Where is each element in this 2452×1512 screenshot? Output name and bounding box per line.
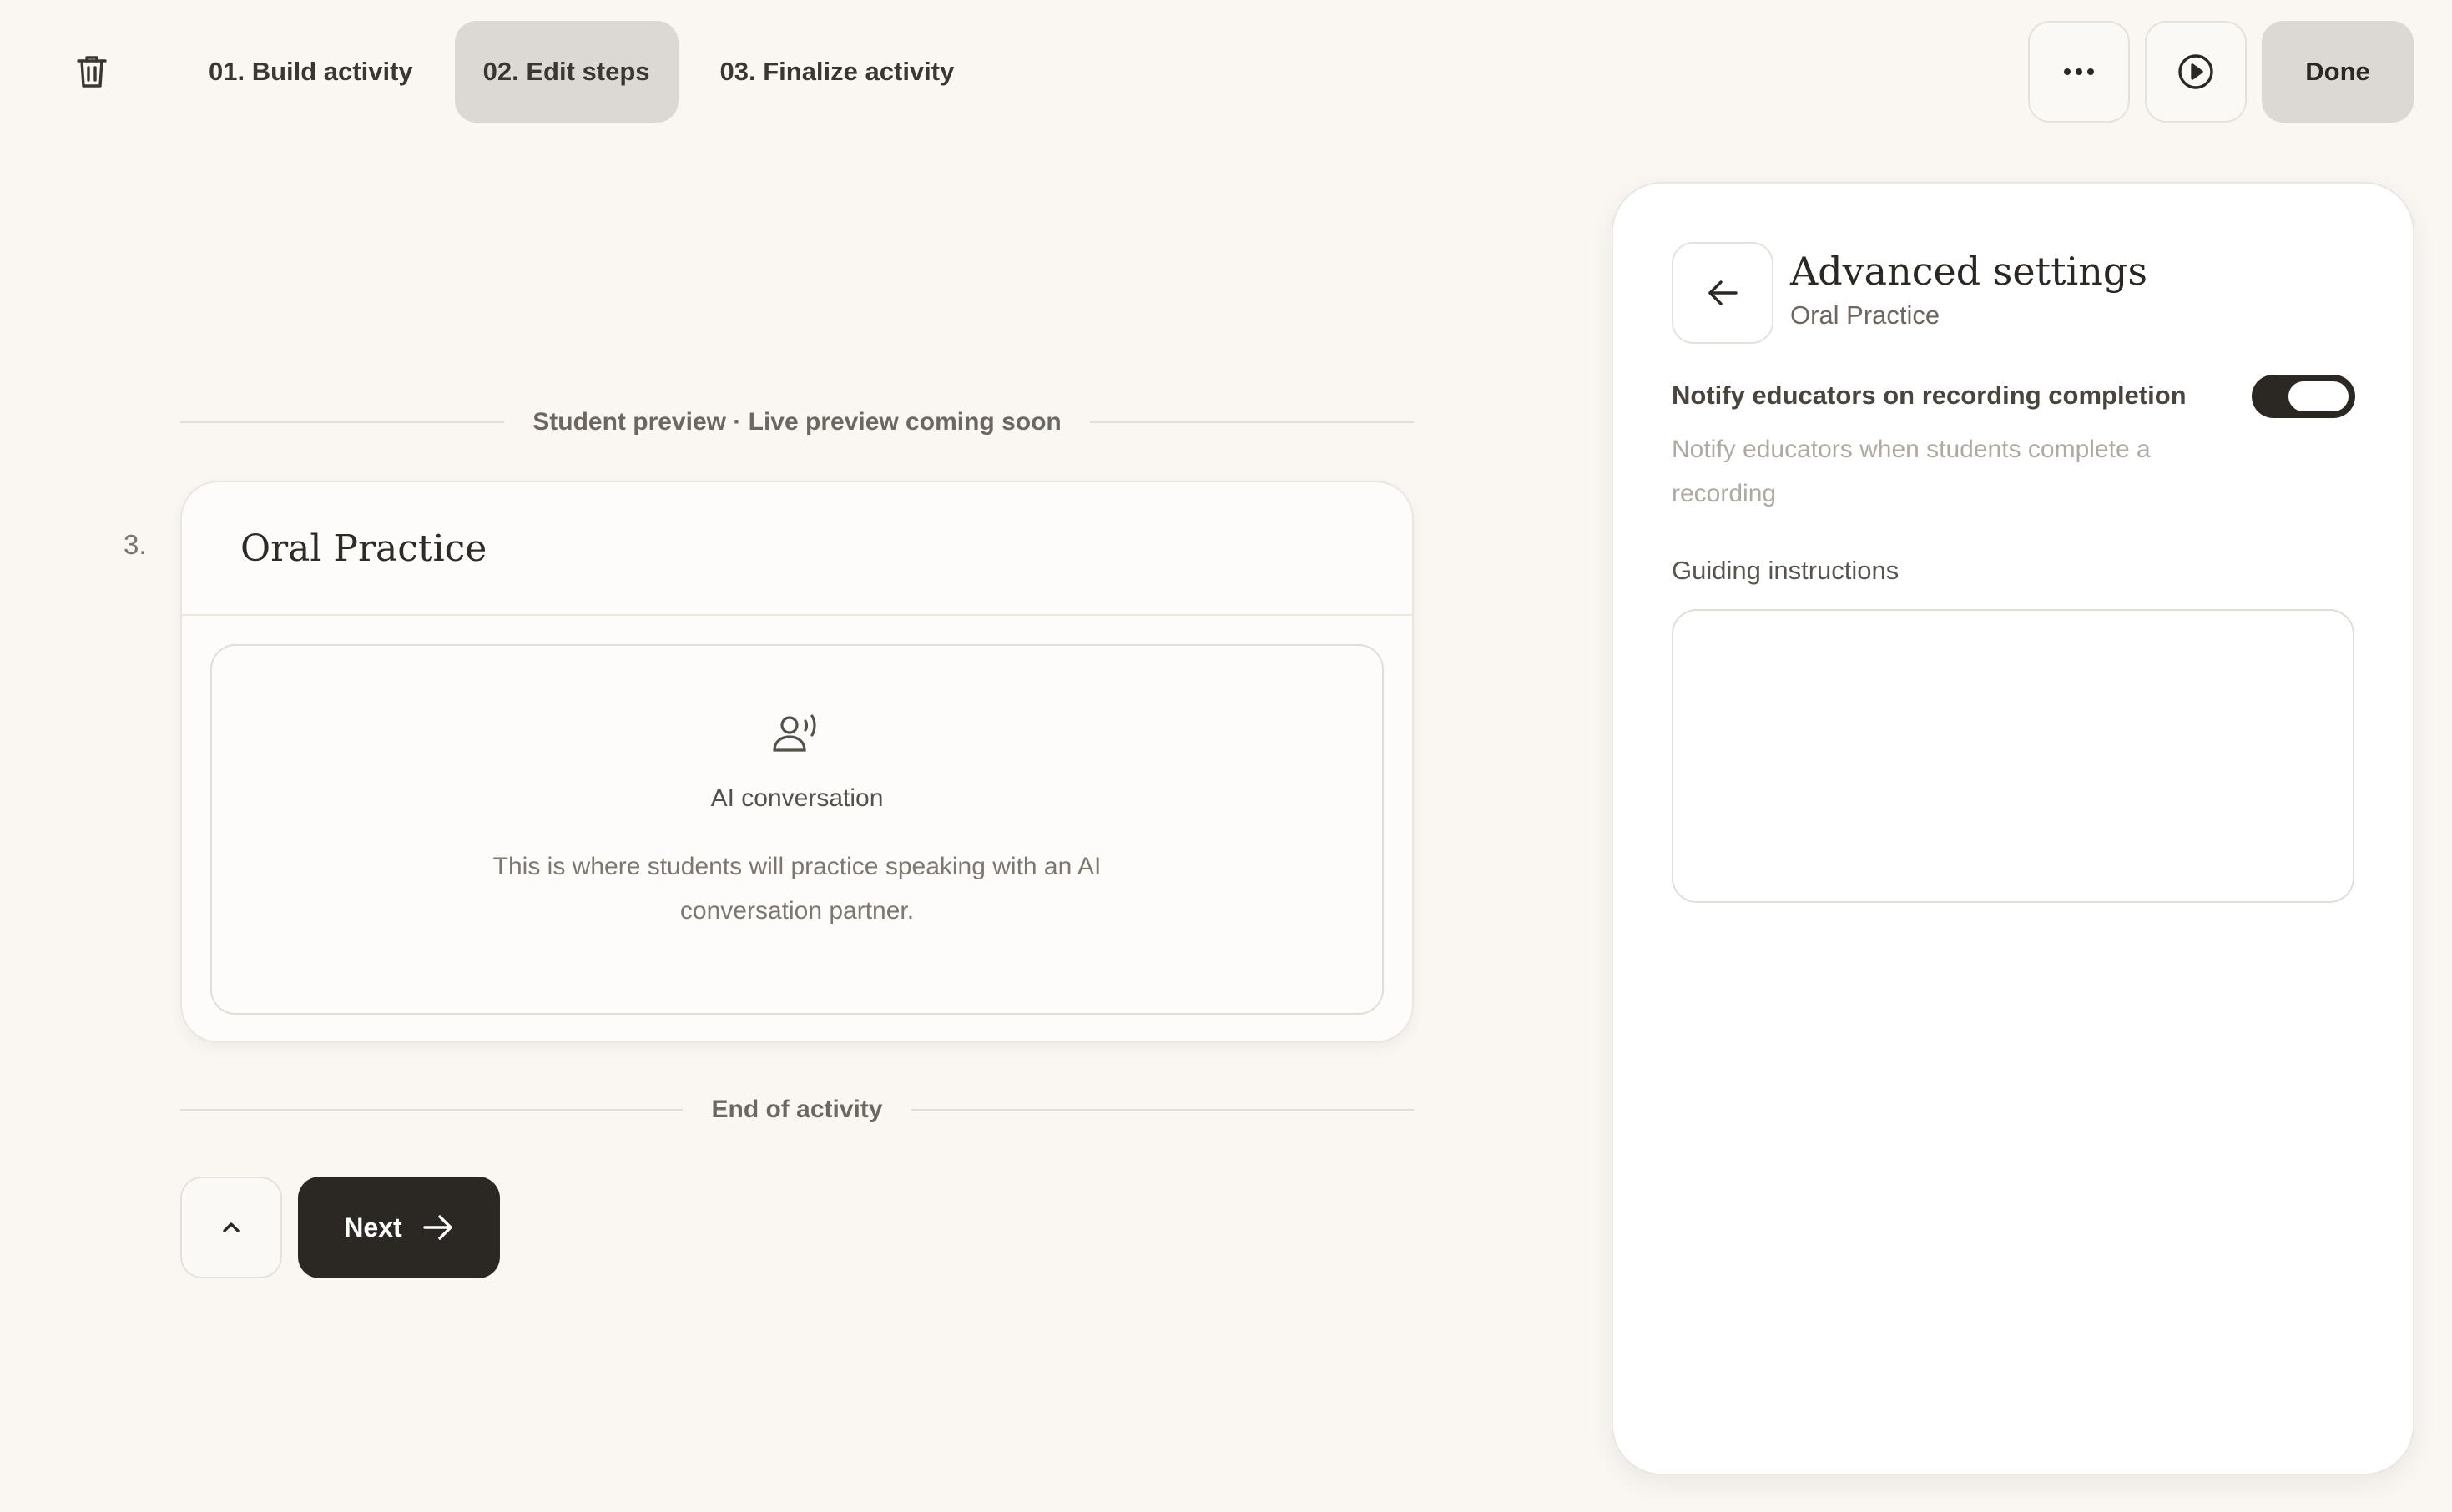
panel-title: Advanced settings: [1790, 249, 2147, 294]
preview-divider: Student preview · Live preview coming so…: [180, 406, 1414, 439]
more-options-button[interactable]: [2028, 21, 2130, 123]
next-button[interactable]: Next: [298, 1177, 500, 1278]
divider-line: [1089, 421, 1414, 423]
guiding-instructions-input[interactable]: [1672, 609, 2354, 903]
notify-educators-description: Notify educators when students complete …: [1672, 436, 2151, 507]
delete-activity-button[interactable]: [67, 47, 117, 97]
play-circle-icon: [2178, 54, 2213, 89]
more-horizontal-icon: [2064, 68, 2094, 75]
next-button-label: Next: [344, 1212, 402, 1242]
arrow-left-icon: [1708, 280, 1738, 305]
notify-educators-toggle[interactable]: [2252, 375, 2355, 418]
preview-button[interactable]: [2145, 21, 2247, 123]
person-speaking-icon: [773, 714, 816, 752]
preview-label: Student preview · Live preview coming so…: [532, 408, 1062, 436]
step-card-title: Oral Practice: [240, 527, 487, 570]
divider-line: [911, 1109, 1415, 1111]
trash-icon: [77, 56, 107, 88]
back-button[interactable]: [1672, 242, 1773, 344]
guiding-instructions-label: Guiding instructions: [1672, 556, 1900, 585]
end-divider: End of activity: [180, 1093, 1415, 1126]
divider-line: [180, 421, 505, 423]
ai-conversation-label: AI conversation: [710, 784, 884, 812]
ai-conversation-description: This is where students will practice spe…: [492, 853, 1102, 925]
tab-edit-steps[interactable]: 02. Edit steps: [454, 21, 679, 123]
notify-educators-label: Notify educators on recording completion: [1672, 381, 2187, 410]
step-tabs: 01. Build activity 02. Edit steps 03. Fi…: [180, 21, 982, 123]
advanced-settings-panel: Advanced settings Oral Practice Notify e…: [1612, 182, 2414, 1475]
arrow-right-icon: [422, 1215, 452, 1240]
activity-editor: 01. Build activity 02. Edit steps 03. Fi…: [0, 0, 2452, 1512]
step-card-header: Oral Practice: [182, 482, 1412, 616]
divider-line: [180, 1109, 684, 1111]
top-actions: Done: [2028, 21, 2414, 123]
chevron-up-icon: [223, 1222, 240, 1232]
end-of-activity-label: End of activity: [711, 1096, 883, 1123]
done-button[interactable]: Done: [2262, 21, 2414, 123]
previous-step-button[interactable]: [180, 1177, 282, 1278]
tab-build-activity[interactable]: 01. Build activity: [180, 21, 441, 123]
ai-conversation-placeholder: AI conversation This is where students w…: [210, 644, 1384, 1015]
panel-subtitle: Oral Practice: [1790, 300, 1940, 330]
tab-finalize-activity[interactable]: 03. Finalize activity: [692, 21, 983, 123]
step-card: Oral Practice AI conversation This is wh…: [180, 481, 1414, 1043]
toggle-knob: [2288, 381, 2349, 411]
step-number: 3.: [124, 529, 147, 560]
